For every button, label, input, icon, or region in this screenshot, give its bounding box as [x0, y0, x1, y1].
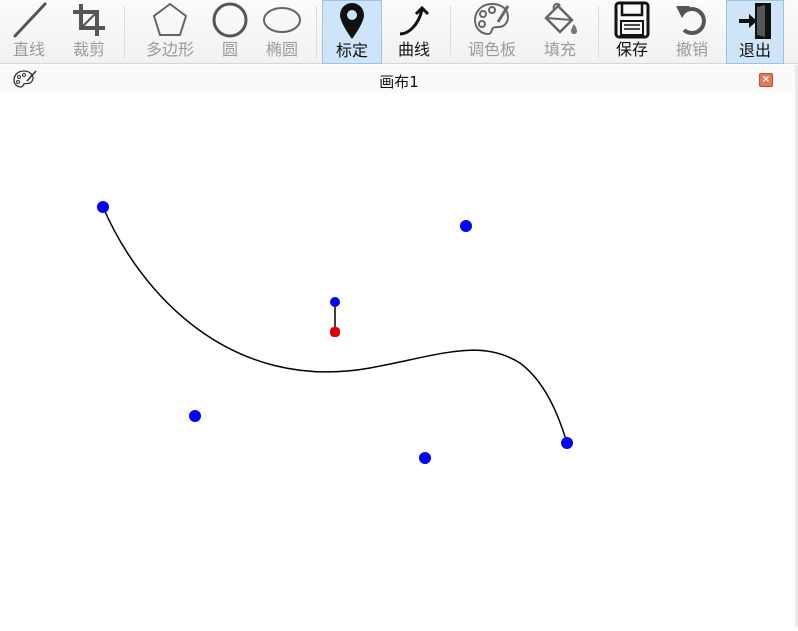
- fill-tool-button[interactable]: 填充: [532, 0, 588, 64]
- paint-bucket-icon: [540, 0, 580, 40]
- exit-label: 退出: [738, 41, 771, 60]
- pentagon-icon: [150, 0, 190, 40]
- ellipse-tool-button[interactable]: 椭圆: [258, 0, 306, 64]
- curve-arrow-icon: [394, 0, 434, 40]
- toolbar: 直线 裁剪 多边形 圆 椭圆 标定 曲线 调色板 填充 保存 撤销 退出: [0, 0, 798, 64]
- toolbar-separator: [316, 6, 317, 58]
- polygon-tool-button[interactable]: 多边形: [138, 0, 202, 64]
- line-tool-label: 直线: [12, 40, 45, 59]
- line-icon: [9, 0, 49, 40]
- selected-marker-point[interactable]: [330, 327, 340, 337]
- undo-icon: [672, 0, 712, 40]
- exit-door-icon: [735, 1, 775, 41]
- canvas-drawing[interactable]: [0, 93, 798, 627]
- drawing-canvas[interactable]: [0, 93, 798, 627]
- control-point[interactable]: [460, 220, 472, 232]
- circle-icon: [210, 0, 250, 40]
- marker-handle-point[interactable]: [330, 297, 340, 307]
- palette-tool-button[interactable]: 调色板: [460, 0, 524, 64]
- close-icon[interactable]: ×: [759, 73, 773, 87]
- fill-tool-label: 填充: [543, 40, 576, 59]
- curve-endpoint-end[interactable]: [561, 437, 573, 449]
- save-button[interactable]: 保存: [606, 0, 658, 64]
- undo-button[interactable]: 撤销: [664, 0, 720, 64]
- exit-button[interactable]: 退出: [726, 0, 784, 64]
- crop-icon: [69, 0, 109, 40]
- curve-tool-button[interactable]: 曲线: [386, 0, 442, 64]
- crop-tool-label: 裁剪: [72, 40, 105, 59]
- polygon-tool-label: 多边形: [145, 40, 194, 59]
- ellipse-tool-label: 椭圆: [265, 40, 298, 59]
- curve-tool-label: 曲线: [397, 40, 430, 59]
- mark-tool-label: 标定: [335, 41, 368, 60]
- circle-tool-button[interactable]: 圆: [206, 0, 254, 64]
- floppy-disk-icon: [612, 0, 652, 40]
- save-label: 保存: [615, 40, 648, 59]
- toolbar-separator: [124, 6, 125, 58]
- line-tool-button[interactable]: 直线: [4, 0, 54, 64]
- toolbar-separator: [450, 6, 451, 58]
- canvas-title: 画布1: [379, 73, 419, 91]
- crop-tool-button[interactable]: 裁剪: [64, 0, 114, 64]
- curve-endpoint-start[interactable]: [97, 201, 109, 213]
- ellipse-icon: [262, 0, 302, 40]
- control-point[interactable]: [189, 410, 201, 422]
- control-point[interactable]: [419, 452, 431, 464]
- palette-tool-label: 调色板: [467, 40, 516, 59]
- mark-tool-button[interactable]: 标定: [322, 0, 382, 64]
- toolbar-separator: [598, 6, 599, 58]
- canvas-window-titlebar: 画布1 ×: [0, 65, 798, 93]
- undo-label: 撤销: [675, 40, 708, 59]
- circle-tool-label: 圆: [221, 40, 238, 59]
- palette-icon: [472, 0, 512, 40]
- map-pin-icon: [332, 1, 372, 41]
